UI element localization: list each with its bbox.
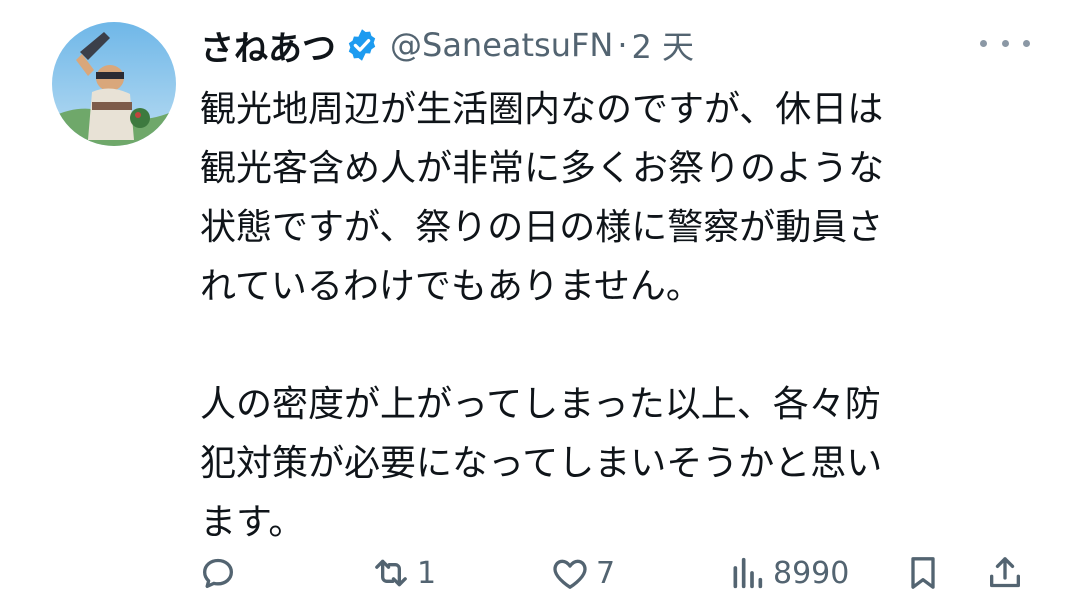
tweet-action-bar: 1 7 8990 bbox=[0, 545, 1080, 601]
tweet-text: 観光地周辺が生活圏内なのですが、休日は 観光客含め人が非常に多くお祭りのような … bbox=[200, 80, 1060, 552]
author-display-name[interactable]: さねあつ bbox=[200, 21, 336, 70]
retweet-icon bbox=[371, 553, 411, 593]
author-handle[interactable]: @SaneatsuFN bbox=[390, 26, 613, 64]
bookmark-button[interactable] bbox=[903, 545, 943, 601]
heart-icon bbox=[550, 553, 590, 593]
avatar[interactable] bbox=[52, 22, 176, 146]
more-options-button[interactable] bbox=[980, 28, 1030, 58]
views-button[interactable]: 8990 bbox=[727, 545, 849, 601]
tweet-paragraph-1: 観光地周辺が生活圏内なのですが、休日は 観光客含め人が非常に多くお祭りのような … bbox=[200, 89, 885, 307]
share-button[interactable] bbox=[985, 545, 1025, 601]
like-button[interactable]: 7 bbox=[550, 545, 615, 601]
retweet-count: 1 bbox=[417, 555, 437, 591]
views-count: 8990 bbox=[773, 555, 850, 591]
like-count: 7 bbox=[596, 555, 616, 591]
more-dot-icon bbox=[980, 39, 987, 47]
bookmark-icon bbox=[903, 553, 943, 593]
verified-badge-icon[interactable] bbox=[344, 27, 380, 63]
share-icon bbox=[985, 553, 1025, 593]
more-dot-icon bbox=[1023, 39, 1030, 47]
tweet-header: さねあつ @SaneatsuFN · 2 天 bbox=[200, 18, 694, 72]
tweet-timestamp[interactable]: 2 天 bbox=[632, 22, 695, 68]
retweet-button[interactable]: 1 bbox=[371, 545, 436, 601]
header-separator: · bbox=[617, 26, 628, 64]
tweet-paragraph-2: 人の密度が上がってしまった以上、各々防 犯対策が必要になってしまいそうかと思い … bbox=[200, 384, 883, 543]
more-dot-icon bbox=[1001, 39, 1009, 47]
reply-button[interactable] bbox=[198, 545, 238, 601]
reply-icon bbox=[198, 553, 238, 593]
views-icon bbox=[727, 553, 767, 593]
